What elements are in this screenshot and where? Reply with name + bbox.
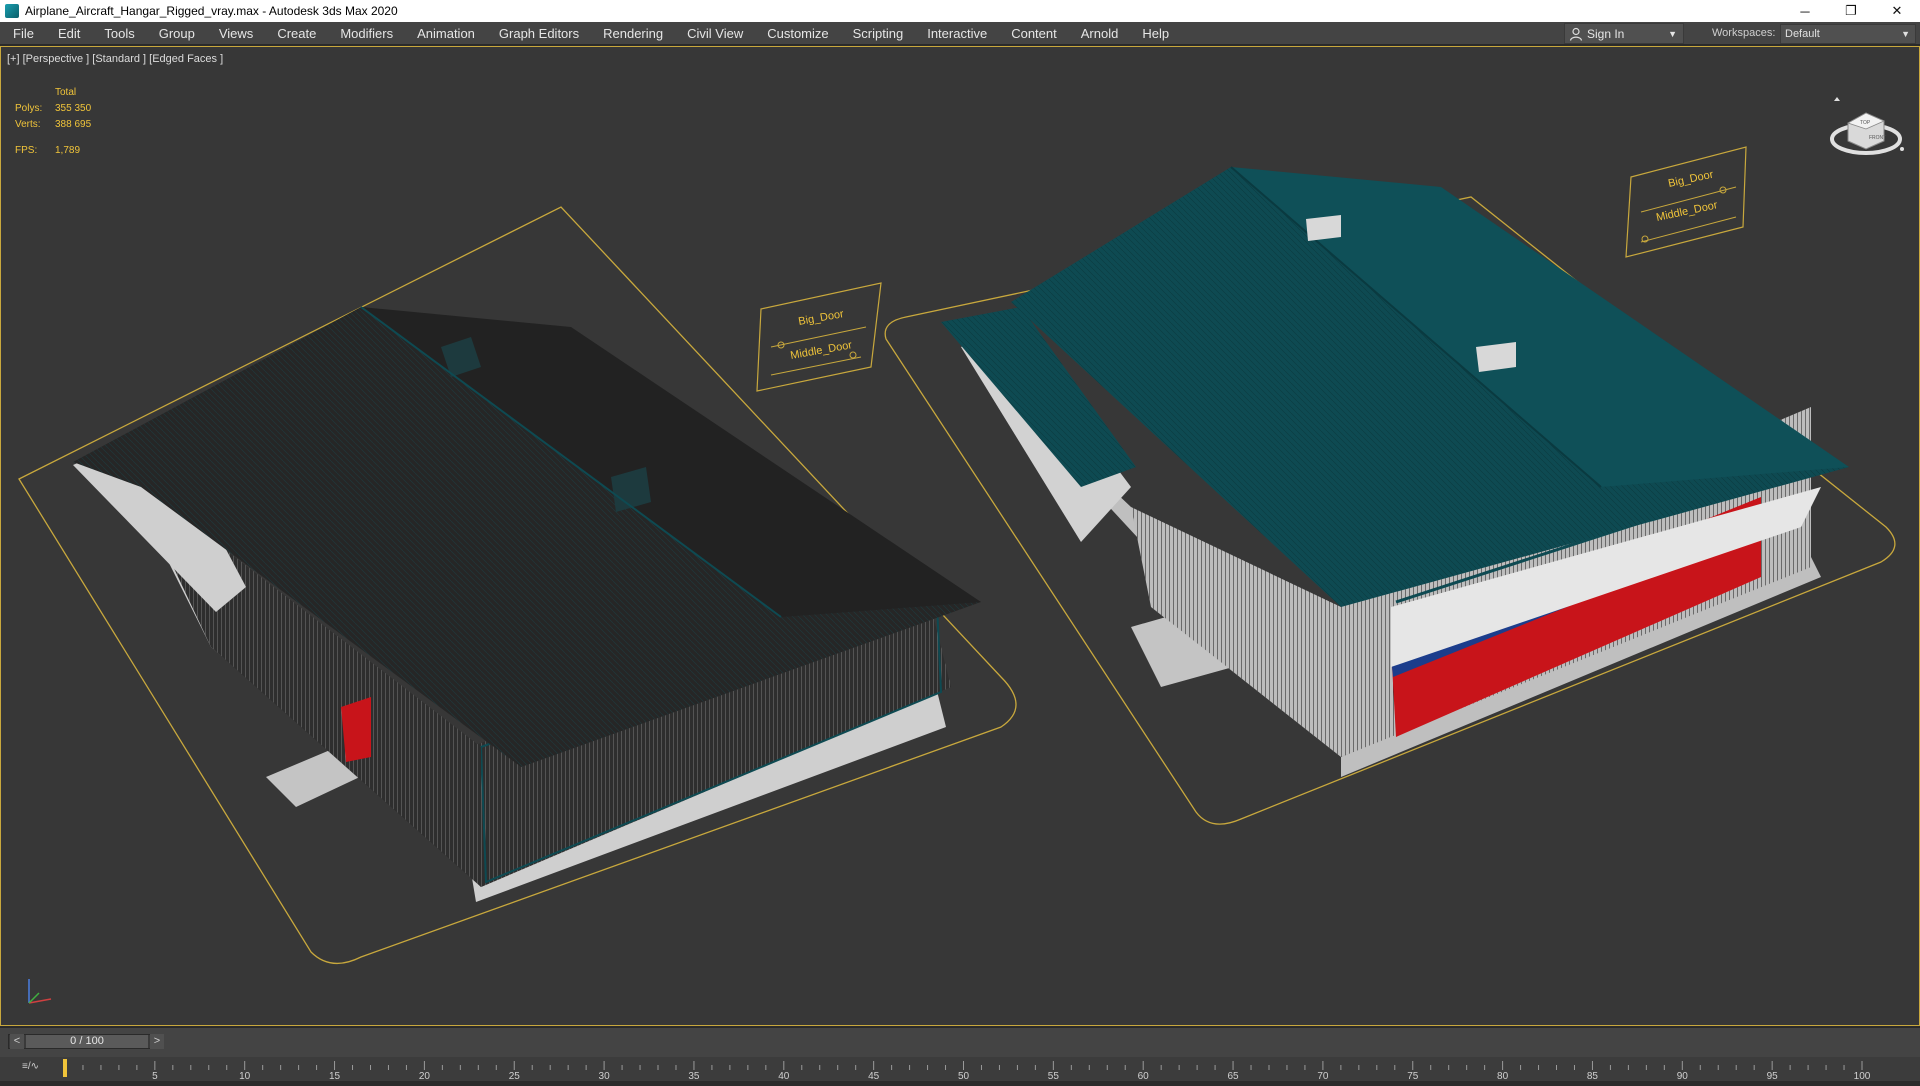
maximize-button[interactable]: ❐ bbox=[1828, 0, 1874, 22]
menu-edit[interactable]: Edit bbox=[46, 22, 92, 45]
perspective-viewport[interactable]: [+] [Perspective ] [Standard ] [Edged Fa… bbox=[0, 46, 1920, 1026]
mini-curve-editor-icon[interactable]: ≡/∿ bbox=[22, 1061, 39, 1072]
axis-tripod-icon bbox=[28, 979, 52, 1004]
viewcube-widget[interactable]: TOP FRONT bbox=[1826, 83, 1906, 163]
sign-in-label: Sign In bbox=[1587, 26, 1625, 41]
menu-arnold[interactable]: Arnold bbox=[1069, 22, 1131, 45]
left-door-controls: Big_Door Middle_Door bbox=[756, 282, 882, 392]
track-bar-ruler[interactable]: 5 10 15 20 25 30 35 40 45 50 55 60 65 70 75 80 85 90 95 100 bbox=[0, 1057, 1920, 1082]
menu-views[interactable]: Views bbox=[207, 22, 265, 45]
time-slider-bar: < 0 / 100 > 5 10 15 20 25 30 35 40 45 50 55 60 65 70 7… bbox=[0, 1027, 1920, 1082]
right-middle-door-label: Middle_Door bbox=[1655, 199, 1719, 224]
menu-rendering[interactable]: Rendering bbox=[591, 22, 675, 45]
left-middle-door-label: Middle_Door bbox=[789, 339, 853, 362]
menu-content[interactable]: Content bbox=[999, 22, 1069, 45]
menu-tools[interactable]: Tools bbox=[92, 22, 146, 45]
right-big-door-label: Big_Door bbox=[1667, 169, 1715, 190]
chevron-down-icon: ▼ bbox=[1668, 28, 1677, 39]
menu-graph-editors[interactable]: Graph Editors bbox=[487, 22, 591, 45]
workspace-value: Default bbox=[1785, 28, 1820, 40]
left-big-door-label: Big_Door bbox=[797, 308, 845, 328]
menu-group[interactable]: Group bbox=[147, 22, 207, 45]
current-frame-marker[interactable] bbox=[63, 1059, 67, 1077]
time-slider-thumb[interactable]: 0 / 100 bbox=[26, 1035, 148, 1048]
viewcube-menu-icon[interactable] bbox=[1900, 147, 1904, 151]
menu-scripting[interactable]: Scripting bbox=[841, 22, 916, 45]
menu-customize[interactable]: Customize bbox=[755, 22, 840, 45]
workspaces-label: Workspaces: bbox=[1712, 27, 1776, 39]
menu-civil-view[interactable]: Civil View bbox=[675, 22, 755, 45]
3dsmax-app-icon bbox=[5, 4, 19, 18]
track-bar-ticks: 5 10 15 20 25 30 35 40 45 50 55 60 65 70 75 80 85 90 95 100 bbox=[64, 1061, 1871, 1082]
menu-animation[interactable]: Animation bbox=[405, 22, 487, 45]
viewcube-front-face: FRONT bbox=[1869, 135, 1886, 141]
prev-frame-button[interactable]: < bbox=[10, 1034, 24, 1049]
menu-interactive[interactable]: Interactive bbox=[915, 22, 999, 45]
close-button[interactable]: ✕ bbox=[1874, 0, 1920, 22]
right-hangar-model bbox=[941, 166, 1849, 777]
workspace-select[interactable]: Default ▼ bbox=[1780, 24, 1916, 44]
user-icon bbox=[1569, 27, 1583, 41]
title-bar: Airplane_Aircraft_Hangar_Rigged_vray.max… bbox=[0, 0, 1920, 22]
sign-in-dropdown[interactable]: Sign In ▼ bbox=[1564, 23, 1684, 44]
next-frame-button[interactable]: > bbox=[150, 1034, 164, 1049]
viewcube-top-face: TOP bbox=[1860, 120, 1871, 126]
home-icon[interactable] bbox=[1834, 97, 1840, 101]
left-hangar-model bbox=[73, 306, 981, 902]
menu-help[interactable]: Help bbox=[1130, 22, 1181, 45]
scene-render: Big_Door Middle_Door Big_Door Middle_Doo… bbox=[18, 146, 1896, 964]
menu-create[interactable]: Create bbox=[265, 22, 328, 45]
menu-modifiers[interactable]: Modifiers bbox=[328, 22, 405, 45]
minimize-button[interactable]: ─ bbox=[1782, 0, 1828, 22]
chevron-down-icon: ▼ bbox=[1901, 29, 1910, 39]
right-door-controls: Big_Door Middle_Door bbox=[1625, 146, 1747, 258]
menu-file[interactable]: File bbox=[0, 22, 46, 45]
window-title: Airplane_Aircraft_Hangar_Rigged_vray.max… bbox=[25, 4, 398, 18]
